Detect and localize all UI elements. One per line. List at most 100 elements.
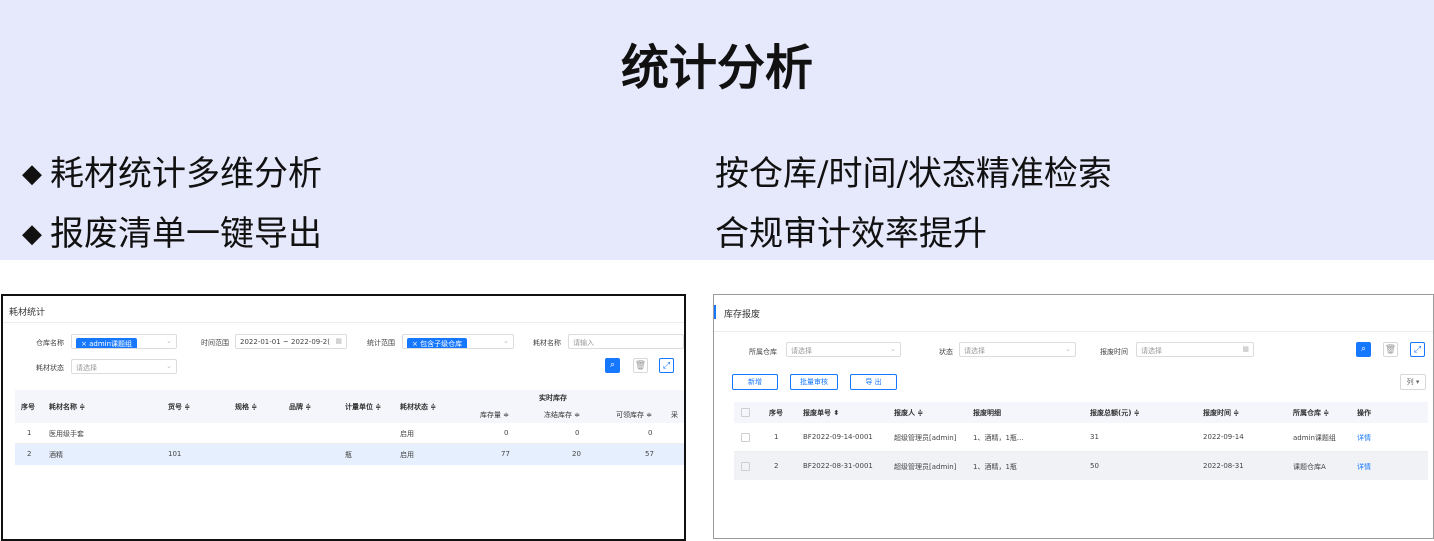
col-unit[interactable]: 计量单位 ≑ — [345, 402, 381, 412]
warehouse-select[interactable]: × admin课题组 ⌄ — [71, 334, 177, 349]
scope-label: 统计范围 — [367, 339, 395, 347]
col-brand[interactable]: 品牌 ≑ — [289, 402, 311, 412]
select-all-checkbox[interactable] — [741, 408, 750, 417]
cell-person: 超级管理员[admin] — [894, 463, 957, 471]
row-checkbox[interactable] — [741, 462, 750, 471]
export-button[interactable]: 导 出 — [850, 374, 897, 390]
chevron-down-icon: ⌄ — [166, 337, 172, 345]
chevron-down-icon: ⌄ — [1065, 345, 1071, 353]
cell-index: 2 — [27, 450, 32, 458]
batch-review-button[interactable]: 批量审核 — [790, 374, 838, 390]
time-range-input[interactable]: 2022-01-01 ~ 2022-09-2( ▦ — [235, 334, 347, 349]
cell-amount: 31 — [1090, 433, 1099, 441]
cell-index: 1 — [27, 429, 32, 437]
row-checkbox[interactable] — [741, 433, 750, 442]
cell-no: BF2022-08-31-0001 — [803, 462, 873, 470]
cell-warehouse: 课题仓库A — [1293, 463, 1326, 471]
slide-title: 统计分析 — [620, 40, 813, 96]
cell-sku: 101 — [168, 450, 182, 458]
col-group-stock: 实时库存 — [539, 394, 567, 402]
cell-available: 0 — [648, 429, 653, 437]
cell-stock: 77 — [501, 450, 510, 458]
chevron-down-icon: ⌄ — [166, 362, 172, 370]
stats-panel: 耗材统计 仓库名称 × admin课题组 ⌄ 时间范围 2022-01-01 ~ … — [1, 294, 686, 541]
divider — [3, 322, 684, 323]
col-action: 操作 — [1357, 409, 1371, 417]
col-amount[interactable]: 报废总额(元) ≑ — [1090, 408, 1140, 418]
col-warehouse[interactable]: 所属仓库 ≑ — [1293, 408, 1329, 418]
col-name[interactable]: 耗材名称 ≑ — [49, 402, 85, 412]
cell-index: 1 — [774, 433, 779, 441]
warehouse-placeholder: 请选择 — [791, 347, 812, 355]
cell-name: 医用级手套 — [49, 430, 84, 438]
columns-button[interactable]: 列 ▾ — [1400, 374, 1426, 390]
time-range-value: 2022-01-01 ~ 2022-09-2( — [240, 338, 330, 346]
time-placeholder: 请选择 — [1141, 347, 1162, 355]
cell-detail: 1、酒精，1瓶 — [973, 463, 1017, 471]
col-person[interactable]: 报废人 ≑ — [894, 408, 923, 418]
fullscreen-icon[interactable]: ⤢ — [659, 358, 674, 373]
cell-frozen: 0 — [575, 429, 580, 437]
detail-link[interactable]: 详情 — [1357, 433, 1371, 443]
time-select[interactable]: 请选择 ▦ — [1136, 342, 1254, 357]
col-no[interactable]: 报废单号 ⬍ — [803, 408, 839, 418]
col-index: 序号 — [21, 403, 35, 411]
col-frozen[interactable]: 冻结库存 ≑ — [544, 410, 580, 420]
status-select[interactable]: 请选择 ⌄ — [959, 342, 1076, 357]
table-row[interactable]: 2 BF2022-08-31-0001 超级管理员[admin] 1、酒精，1瓶… — [734, 452, 1428, 480]
chevron-down-icon: ⌄ — [890, 345, 896, 353]
col-stock[interactable]: 库存量 ≑ — [480, 410, 509, 420]
col-available[interactable]: 可领库存 ≑ — [616, 410, 652, 420]
bullet-point: ◆ 报废清单一键导出 — [22, 206, 322, 255]
cell-time: 2022-09-14 — [1203, 433, 1244, 441]
bullet-point: ◆ 耗材统计多维分析 — [22, 146, 322, 195]
fullscreen-icon[interactable]: ⤢ — [1410, 342, 1425, 357]
warehouse-label: 所属仓库 — [749, 348, 777, 356]
cell-warehouse: admin课题组 — [1293, 434, 1336, 442]
cell-available: 57 — [645, 450, 654, 458]
name-placeholder: 请输入 — [573, 339, 594, 347]
table-row[interactable]: 2 酒精 101 瓶 启用 77 20 57 — [15, 444, 684, 465]
cell-amount: 50 — [1090, 462, 1099, 470]
panel-title: 库存报废 — [724, 310, 761, 320]
cell-time: 2022-08-31 — [1203, 462, 1244, 470]
scope-tag[interactable]: × 包含子级仓库 — [407, 338, 468, 348]
panel-title: 耗材统计 — [9, 308, 46, 318]
cell-person: 超级管理员[admin] — [894, 434, 957, 442]
cell-state: 启用 — [400, 430, 414, 438]
calendar-icon: ▦ — [335, 337, 342, 345]
col-sku[interactable]: 货号 ≑ — [168, 402, 190, 412]
feature-text: 按仓库/时间/状态精准检索 — [715, 154, 1112, 194]
cell-stock: 0 — [504, 429, 509, 437]
add-button[interactable]: 新增 — [732, 374, 778, 390]
name-label: 耗材名称 — [533, 339, 561, 347]
search-icon[interactable]: ⌕ — [605, 358, 620, 373]
scrap-panel: 库存报废 所属仓库 请选择 ⌄ 状态 请选择 ⌄ 报废时间 请选择 ▦ ⌕ 🗑 ⤢ 新… — [713, 294, 1434, 539]
search-icon[interactable]: ⌕ — [1356, 342, 1371, 357]
feature-text: 合规审计效率提升 — [715, 214, 987, 254]
time-label: 报废时间 — [1100, 348, 1128, 356]
chevron-down-icon: ⌄ — [503, 337, 509, 345]
col-spec[interactable]: 规格 ≑ — [235, 402, 257, 412]
name-input[interactable]: 请输入 — [568, 334, 684, 349]
cell-unit: 瓶 — [345, 451, 352, 459]
col-time[interactable]: 报废时间 ≑ — [1203, 408, 1239, 418]
calendar-icon: ▦ — [1242, 345, 1249, 353]
status-placeholder: 请选择 — [76, 364, 97, 372]
status-label: 状态 — [939, 348, 953, 356]
cell-no: BF2022-09-14-0001 — [803, 433, 873, 441]
warehouse-tag[interactable]: × admin课题组 — [76, 338, 138, 348]
cell-name: 酒精 — [49, 451, 63, 459]
time-label: 时间范围 — [201, 339, 229, 347]
warehouse-select[interactable]: 请选择 ⌄ — [786, 342, 901, 357]
table-row[interactable]: 1 BF2022-09-14-0001 超级管理员[admin] 1、酒精，1瓶… — [734, 423, 1428, 452]
status-placeholder: 请选择 — [964, 347, 985, 355]
scope-select[interactable]: × 包含子级仓库 ⌄ — [402, 334, 514, 349]
trash-icon[interactable]: 🗑 — [1383, 342, 1398, 357]
table-row[interactable]: 1 医用级手套 启用 0 0 0 — [15, 423, 684, 444]
detail-link[interactable]: 详情 — [1357, 462, 1371, 472]
cell-frozen: 20 — [572, 450, 581, 458]
status-select[interactable]: 请选择 ⌄ — [71, 359, 177, 374]
col-state[interactable]: 耗材状态 ≑ — [400, 402, 436, 412]
trash-icon[interactable]: 🗑 — [633, 358, 648, 373]
